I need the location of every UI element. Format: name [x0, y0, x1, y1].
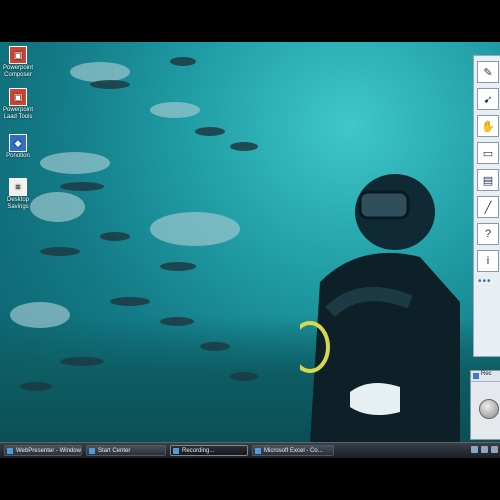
wallpaper-fish: [230, 372, 258, 381]
tray-network-icon[interactable]: [471, 446, 478, 453]
pen-icon[interactable]: ✎: [477, 61, 499, 83]
wallpaper-fish: [150, 212, 240, 246]
wallpaper-fish: [195, 127, 225, 136]
app-icon: ▣: [9, 46, 27, 64]
wallpaper-fish: [200, 342, 230, 351]
document-icon: ≡: [9, 178, 27, 196]
wallpaper-fish: [230, 142, 258, 151]
wallpaper-fish: [70, 62, 130, 82]
taskbar: WebPresenter - Windows... Start Center R…: [0, 442, 500, 458]
wallpaper-fish: [170, 57, 196, 66]
desktop-icon-label: Powerpoint Composer: [2, 65, 34, 78]
tray-volume-icon[interactable]: [481, 446, 488, 453]
wallpaper-fish: [60, 357, 104, 366]
wallpaper-fish: [20, 382, 52, 391]
wallpaper-diver: [300, 174, 460, 442]
wallpaper-fish: [40, 152, 110, 174]
taskbar-item-excel[interactable]: Microsoft Excel - Co...: [252, 445, 334, 456]
desktop-icon-label: Powerpoint Laad Tools: [2, 107, 34, 120]
clipboard-icon[interactable]: ▤: [477, 169, 499, 191]
annotation-toolbox: ✎ ➹ ✋ ▭ ▤ ╱ ? i •••: [473, 55, 500, 357]
wallpaper-fish: [110, 297, 150, 306]
system-tray: [471, 446, 498, 453]
desktop-wallpaper: ▣ Powerpoint Composer ▣ Powerpoint Laad …: [0, 42, 500, 457]
tray-app-icon[interactable]: [491, 446, 498, 453]
wallpaper-fish: [40, 247, 80, 256]
hand-icon[interactable]: ✋: [477, 115, 499, 137]
wallpaper-fish: [60, 182, 104, 191]
taskbar-item-webpresenter[interactable]: WebPresenter - Windows...: [4, 445, 82, 456]
desktop-icon-powerpoint-composer[interactable]: ▣ Powerpoint Composer: [2, 46, 34, 79]
help-icon[interactable]: ?: [477, 223, 499, 245]
desktop-icon-desktop-savings[interactable]: ≡ Desktop Savings: [2, 178, 34, 211]
wallpaper-fish: [150, 102, 200, 118]
app-icon: ▣: [9, 88, 27, 106]
desktop-icon-ponotion[interactable]: ◆ Ponotion: [2, 134, 34, 160]
eraser-icon[interactable]: ▭: [477, 142, 499, 164]
desktop-icon-label: Ponotion: [6, 153, 30, 159]
recorder-window-title: Rec: [471, 371, 500, 382]
info-icon[interactable]: i: [477, 250, 499, 272]
wallpaper-fish: [30, 192, 85, 222]
desktop-icon-label: Desktop Savings: [6, 197, 29, 210]
desktop-icon-powerpoint-tools[interactable]: ▣ Powerpoint Laad Tools: [2, 88, 34, 121]
wallpaper-fish: [100, 232, 130, 241]
toolbox-more-button[interactable]: •••: [478, 276, 500, 287]
highlighter-icon[interactable]: ╱: [477, 196, 499, 218]
record-button[interactable]: [479, 399, 499, 419]
taskbar-item-recording[interactable]: Recording...: [170, 445, 248, 456]
app-icon: ◆: [9, 134, 27, 152]
wallpaper-fish: [10, 302, 70, 328]
cursor-icon[interactable]: ➹: [477, 88, 499, 110]
wallpaper-fish: [160, 317, 194, 326]
taskbar-item-start-center[interactable]: Start Center: [86, 445, 166, 456]
wallpaper-fish: [160, 262, 196, 271]
recorder-window: Rec: [470, 370, 500, 440]
wallpaper-fish: [90, 80, 130, 89]
